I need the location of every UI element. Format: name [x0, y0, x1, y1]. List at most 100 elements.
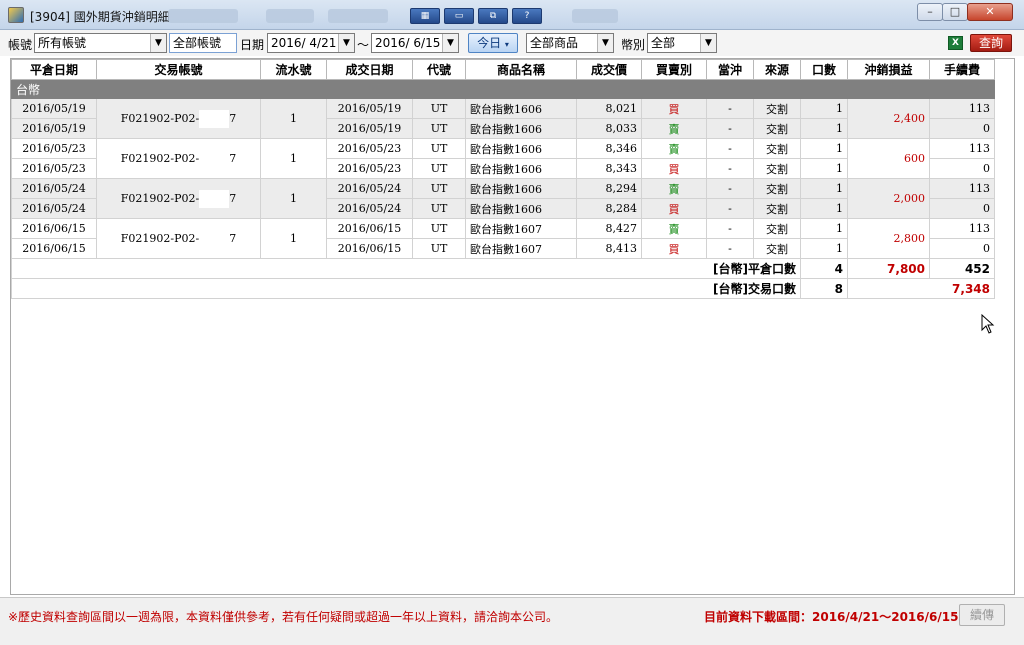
tile-window-button[interactable]: ▦ [410, 8, 440, 24]
code-cell: UT [412, 138, 466, 159]
product-cell: 歐台指數1606 [465, 198, 577, 219]
pnl-cell: 2,800 [847, 218, 930, 259]
window-title: [3904] 國外期貨沖銷明細 [30, 10, 170, 24]
column-header[interactable]: 當沖 [706, 59, 754, 80]
blurred-title-item [168, 9, 238, 23]
column-header[interactable]: 口數 [800, 59, 848, 80]
close-date-cell: 2016/05/19 [11, 118, 97, 139]
product-cell: 歐台指數1607 [465, 218, 577, 239]
source-cell: 交割 [753, 218, 801, 239]
table-header-row: 平倉日期 交易帳號 流水號 成交日期 代號 商品名稱 成交價 買賣別 當沖 來源 口數 沖銷損益 手續費 [11, 59, 995, 80]
account-select-value: 所有帳號 [38, 36, 87, 50]
product-select-value: 全部商品 [530, 36, 579, 50]
account-scope-field[interactable]: 全部帳號 [169, 33, 237, 53]
qty-cell: 1 [800, 118, 848, 139]
chevron-down-icon[interactable]: ▼ [150, 34, 166, 52]
today-button-label: 今日 [477, 36, 502, 50]
serial-cell: 1 [260, 178, 327, 219]
trade-summary-row: [台幣]交易口數 8 7,348 [11, 278, 995, 299]
serial-cell: 1 [260, 218, 327, 259]
product-cell: 歐台指數1606 [465, 138, 577, 159]
blurred-title-item [328, 9, 388, 23]
column-header[interactable]: 沖銷損益 [847, 59, 930, 80]
daytrade-cell: - [706, 198, 754, 219]
account-suffix: 7 [229, 151, 237, 165]
trade-date-cell: 2016/05/19 [326, 118, 413, 139]
table-row[interactable]: 2016/05/19 F021902-P02- 7 1 2016/05/19 UT 歐台指數… [11, 98, 995, 139]
column-header[interactable]: 手續費 [929, 59, 995, 80]
side-cell: 賣 [641, 218, 707, 239]
close-summary-qty: 4 [800, 258, 848, 279]
currency-select[interactable]: 全部 ▼ [647, 33, 717, 53]
code-cell: UT [412, 198, 466, 219]
close-summary-label: [台幣]平倉口數 [11, 258, 801, 279]
chevron-down-icon[interactable]: ▼ [442, 34, 458, 52]
source-cell: 交割 [753, 118, 801, 139]
daytrade-cell: - [706, 98, 754, 119]
maximize-button[interactable]: □ [942, 3, 968, 21]
date-to-picker[interactable]: 2016/ 6/15 ▼ [371, 33, 459, 53]
currency-select-value: 全部 [651, 36, 676, 50]
close-button[interactable]: ✕ [967, 3, 1013, 21]
side-cell: 賣 [641, 138, 707, 159]
source-cell: 交割 [753, 238, 801, 259]
daytrade-cell: - [706, 218, 754, 239]
daytrade-cell: - [706, 238, 754, 259]
column-header[interactable]: 平倉日期 [11, 59, 97, 80]
column-header[interactable]: 交易帳號 [96, 59, 261, 80]
chevron-down-icon[interactable]: ▼ [338, 34, 354, 52]
product-select[interactable]: 全部商品 ▼ [526, 33, 614, 53]
liquidation-table: 平倉日期 交易帳號 流水號 成交日期 代號 商品名稱 成交價 買賣別 當沖 來源 口數 沖銷損益 手續費… [11, 59, 995, 299]
table-row[interactable]: 2016/06/15 F021902-P02- 7 1 2016/06/15 UT 歐台指數… [11, 218, 995, 259]
serial-cell: 1 [260, 138, 327, 179]
account-label: 帳號 [8, 38, 33, 52]
column-header[interactable]: 成交日期 [326, 59, 413, 80]
currency-label: 幣別 [621, 38, 646, 52]
detach-window-button[interactable]: ⧉ [478, 8, 508, 24]
qty-cell: 1 [800, 178, 848, 199]
close-date-cell: 2016/05/24 [11, 178, 97, 199]
qty-cell: 1 [800, 158, 848, 179]
trade-date-cell: 2016/05/23 [326, 138, 413, 159]
account-suffix: 7 [229, 111, 237, 125]
account-select[interactable]: 所有帳號 ▼ [34, 33, 167, 53]
today-button[interactable]: 今日 ▾ [468, 33, 518, 53]
serial-cell: 1 [260, 98, 327, 139]
trade-summary-qty: 8 [800, 278, 848, 299]
column-header[interactable]: 成交價 [576, 59, 642, 80]
liquidation-detail-grid[interactable]: 平倉日期 交易帳號 流水號 成交日期 代號 商品名稱 成交價 買賣別 當沖 來源 口數 沖銷損益 手續費… [10, 58, 1015, 595]
account-scope-value: 全部帳號 [173, 36, 222, 50]
date-from-picker[interactable]: 2016/ 4/21 ▼ [267, 33, 355, 53]
qty-cell: 1 [800, 138, 848, 159]
fee-cell: 0 [929, 198, 995, 219]
column-header[interactable]: 來源 [753, 59, 801, 80]
qty-cell: 1 [800, 98, 848, 119]
excel-export-icon[interactable]: X [948, 36, 963, 50]
chevron-down-icon[interactable]: ▼ [597, 34, 613, 52]
column-header[interactable]: 商品名稱 [465, 59, 577, 80]
side-cell: 買 [641, 158, 707, 179]
close-date-cell: 2016/05/23 [11, 138, 97, 159]
account-suffix: 7 [229, 231, 237, 245]
continue-button[interactable]: 續傳 [959, 604, 1005, 626]
source-cell: 交割 [753, 98, 801, 119]
column-header[interactable]: 買賣別 [641, 59, 707, 80]
query-button[interactable]: 查詢 [970, 34, 1012, 52]
account-prefix: F021902-P02- [120, 191, 200, 205]
table-row[interactable]: 2016/05/24 F021902-P02- 7 1 2016/05/24 UT 歐台指數… [11, 178, 995, 219]
column-header[interactable]: 代號 [412, 59, 466, 80]
account-cell: F021902-P02- 7 [96, 138, 261, 179]
chevron-down-icon[interactable]: ▼ [700, 34, 716, 52]
column-header[interactable]: 流水號 [260, 59, 327, 80]
trade-date-cell: 2016/06/15 [326, 238, 413, 259]
daytrade-cell: - [706, 118, 754, 139]
code-cell: UT [412, 118, 466, 139]
restore-layout-button[interactable]: ▭ [444, 8, 474, 24]
account-cell: F021902-P02- 7 [96, 218, 261, 259]
help-button[interactable]: ? [512, 8, 542, 24]
minimize-button[interactable]: – [917, 3, 943, 21]
price-cell: 8,033 [576, 118, 642, 139]
close-date-cell: 2016/05/24 [11, 198, 97, 219]
table-row[interactable]: 2016/05/23 F021902-P02- 7 1 2016/05/23 UT 歐台指數… [11, 138, 995, 179]
price-cell: 8,346 [576, 138, 642, 159]
